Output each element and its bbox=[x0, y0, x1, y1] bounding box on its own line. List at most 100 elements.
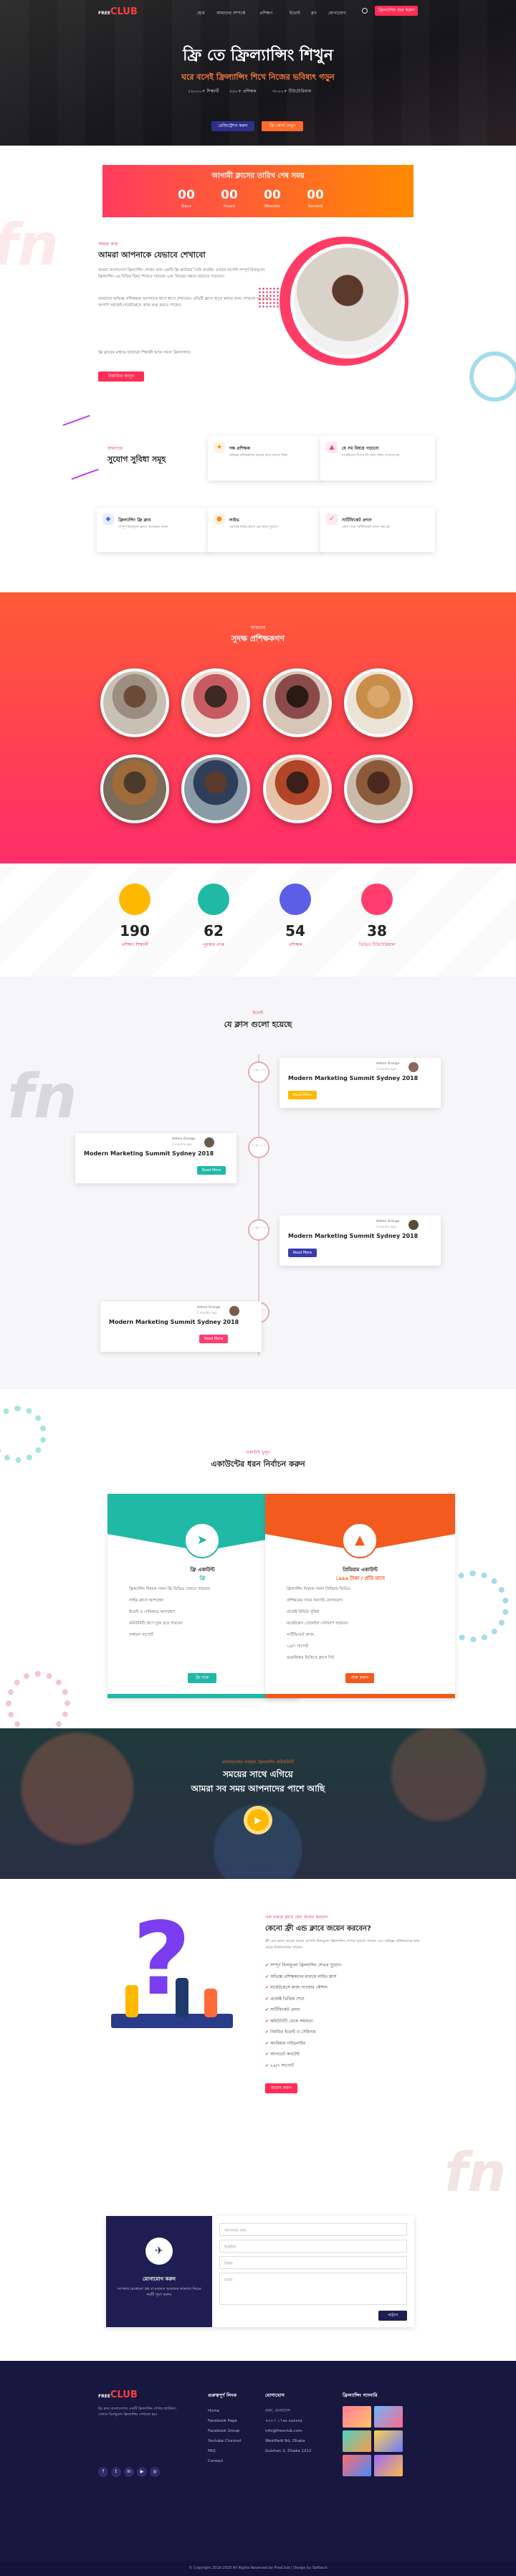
footer-link[interactable]: Youtube Channel bbox=[208, 2436, 241, 2446]
facebook-icon[interactable]: f bbox=[98, 2467, 108, 2477]
feature-title: সার্টিফিকেট প্রদান bbox=[342, 518, 372, 523]
email-input[interactable]: ইমেইল bbox=[219, 2240, 407, 2253]
footer-logo[interactable]: FREECLUB bbox=[98, 2390, 138, 2400]
pricing-footer-bar bbox=[265, 1694, 455, 1698]
register-button[interactable]: রেজিস্ট্রেশন করুন bbox=[211, 121, 254, 131]
contact-title: যোগাযোগ করুন bbox=[143, 2276, 176, 2282]
about-paragraph-1: আমরা বাংলাদেশে ফ্রিল্যান্সিং শেখার জন্য … bbox=[98, 268, 265, 279]
hero-meta-tutorials: ৩০০০+ টিউটোরিয়াল bbox=[272, 89, 312, 94]
gallery-image[interactable] bbox=[374, 2406, 403, 2428]
trainer-photo[interactable] bbox=[344, 754, 413, 823]
footer-contact: ঢাকা, বাংলাদেশ +৮৮০ ১৭xx xxxxxx info@fre… bbox=[265, 2406, 312, 2456]
join-button[interactable]: জয়েন করুন bbox=[265, 2083, 297, 2093]
footer-link[interactable]: Facebook Page bbox=[208, 2416, 241, 2426]
pricing-card-premium: ▲ প্রিমিয়াম একাউন্ট ১৯৯৯ টাকা / প্রতি ম… bbox=[265, 1494, 455, 1698]
faq-item-text: সার্টিফিকেট প্রদান bbox=[269, 2007, 300, 2012]
free-course-button[interactable]: ফ্রি কোর্স দেখুন bbox=[262, 121, 303, 131]
feature-card: ◆ ফ্রিল্যান্সিং ফ্রি ক্লাব সম্পূর্ণ বিনা… bbox=[97, 508, 211, 552]
countdown-box: আগামী ক্লাসের তারিখ শেষ সময় 00 00 00 00… bbox=[102, 165, 414, 217]
trainer-photo[interactable] bbox=[100, 754, 169, 823]
footer-contact-line: ঢাকা, বাংলাদেশ bbox=[265, 2409, 290, 2413]
post-time: 2 months ago bbox=[376, 1067, 396, 1071]
search-icon[interactable] bbox=[362, 8, 368, 14]
read-more-button[interactable]: Read More bbox=[288, 1091, 317, 1099]
nav-contact[interactable]: যোগাযোগ bbox=[328, 9, 346, 17]
faq-item: ✔ ২৪/৭ সাপোর্ট bbox=[265, 2060, 430, 2072]
message-textarea[interactable]: বার্তা bbox=[219, 2273, 407, 2305]
read-more-button[interactable]: Read More bbox=[199, 1335, 228, 1343]
read-more-button[interactable]: Read More bbox=[197, 1166, 226, 1175]
plan-price: ১৯৯৯ টাকা / প্রতি মাসে bbox=[335, 1576, 386, 1581]
gallery-image[interactable] bbox=[343, 2430, 371, 2452]
nav-home[interactable]: হোম bbox=[197, 9, 205, 17]
timeline-card-title[interactable]: Modern Marketing Summit Sydney 2018 bbox=[109, 1319, 239, 1325]
nav-about[interactable]: আমাদের সম্পর্কে bbox=[216, 9, 245, 17]
faq-item: ✔ অভিজ্ঞ প্রশিক্ষকদের মাধ্যমে লাইভ ক্লাস bbox=[265, 1971, 430, 1983]
faq-item-text: অভিজ্ঞ প্রশিক্ষকদের মাধ্যমে লাইভ ক্লাস bbox=[269, 1974, 337, 1979]
trainer-photo[interactable] bbox=[181, 668, 250, 737]
club-icon: ◆ bbox=[102, 513, 114, 525]
submit-button[interactable]: পাঠান bbox=[378, 2311, 407, 2321]
label-days: Days bbox=[181, 204, 191, 209]
illustration-person bbox=[176, 1978, 188, 2017]
plan-button[interactable]: ফ্রি শুরু bbox=[188, 1673, 216, 1683]
footer-contact-line: info@freeclub.com bbox=[265, 2429, 302, 2433]
linkedin-icon[interactable]: in bbox=[124, 2467, 134, 2477]
trainer-photo[interactable] bbox=[263, 754, 332, 823]
logo[interactable]: FREECLUB bbox=[98, 6, 138, 17]
footer-link[interactable]: FAQ bbox=[208, 2446, 241, 2456]
footer-link[interactable]: Home bbox=[208, 2406, 241, 2416]
illustration-person bbox=[125, 1985, 138, 2017]
instagram-icon[interactable]: ◎ bbox=[150, 2467, 160, 2477]
countdown-seconds: 00 bbox=[307, 188, 324, 202]
play-video-icon[interactable]: ▶ bbox=[244, 1806, 272, 1834]
footer-gallery-title: ফ্রিল্যান্সিং গ্যালারি bbox=[343, 2392, 378, 2398]
check-icon: ✔ bbox=[265, 2040, 270, 2046]
footer bbox=[0, 2361, 516, 2576]
plan-feature: প্রশিক্ষকের সাথে সরাসরি যোগাযোগ bbox=[287, 1599, 343, 1603]
author-name: Admin Orange bbox=[172, 1137, 196, 1141]
trainer-photo[interactable] bbox=[344, 668, 413, 737]
subject-input[interactable]: বিষয় bbox=[219, 2256, 407, 2269]
bookmark-icon bbox=[198, 884, 229, 915]
plan-button[interactable]: শুরু করুন bbox=[345, 1673, 374, 1683]
timeline-card: Admin Orange 2 months ago Modern Marketi… bbox=[75, 1133, 236, 1183]
gallery-image[interactable] bbox=[374, 2455, 403, 2476]
timeline-card-title[interactable]: Modern Marketing Summit Sydney 2018 bbox=[84, 1150, 214, 1157]
trainer-photo[interactable] bbox=[181, 754, 250, 823]
trainer-photo[interactable] bbox=[100, 668, 169, 737]
footer-contact-title: যোগাযোগ bbox=[265, 2392, 285, 2398]
footer-link[interactable]: Facebook Group bbox=[208, 2426, 241, 2436]
read-more-button[interactable]: Read More bbox=[288, 1249, 317, 1257]
nav-blog[interactable]: ব্লগ bbox=[311, 9, 317, 17]
plan-feature: প্রজেক্ট রিভিউ সুবিধা bbox=[287, 1610, 320, 1614]
about-more-button[interactable]: বিস্তারিত জানুন bbox=[98, 371, 144, 382]
faq-kicker: এক নজরে ক্লাবে কেন জয়েন করবেন bbox=[265, 1915, 328, 1920]
navbar: FREECLUB হোম আমাদের সম্পর্কে প্রশিক্ষণ ই… bbox=[0, 0, 516, 24]
gallery-image[interactable] bbox=[374, 2430, 403, 2452]
plan-feature: ফ্রিল্যান্সিং বিষয়ক সকল প্রিমিয়াম ভিডি… bbox=[287, 1587, 350, 1591]
feature-card: ✓ সার্টিফিকেট প্রদান কোর্স শেষে সার্টিফি… bbox=[320, 508, 435, 552]
name-input[interactable]: আপনার নাম bbox=[219, 2223, 407, 2236]
features-kicker: আমাদের bbox=[108, 446, 123, 451]
twitter-icon[interactable]: t bbox=[111, 2467, 121, 2477]
trainer-photo[interactable] bbox=[263, 668, 332, 737]
gallery-image[interactable] bbox=[343, 2455, 371, 2476]
countdown-hours: 00 bbox=[221, 188, 238, 202]
ring-decoration bbox=[469, 351, 516, 402]
youtube-icon[interactable]: ▶ bbox=[137, 2467, 147, 2477]
footer-contact-line: Westfield Rd, Dhaka bbox=[265, 2439, 305, 2443]
footer-link[interactable]: Contact bbox=[208, 2456, 241, 2466]
header-cta-button[interactable]: ফ্রিল্যান্সিং শুরু করুন bbox=[375, 6, 418, 16]
gallery-image[interactable] bbox=[343, 2406, 371, 2428]
nav-training[interactable]: প্রশিক্ষণ bbox=[259, 9, 272, 17]
contact-text: আপনার যেকোনো প্রশ্ন বা মতামত আমাদের জানা… bbox=[117, 2287, 201, 2297]
timeline-card-title[interactable]: Modern Marketing Summit Sydney 2018 bbox=[288, 1233, 418, 1239]
faq-item: ✔ সার্টিফিকেট প্রদান bbox=[265, 2004, 430, 2016]
nav-event[interactable]: ইভেন্ট bbox=[290, 9, 300, 17]
live-icon: ● bbox=[214, 513, 225, 525]
footer-links-title: গুরুত্বপূর্ণ লিংক bbox=[208, 2392, 237, 2398]
bg-watermark-fn-2: fn bbox=[7, 1061, 77, 1132]
timeline-card-title[interactable]: Modern Marketing Summit Sydney 2018 bbox=[288, 1075, 418, 1081]
faq-item-text: কমিউনিটি থেকে সহায়তা bbox=[269, 2018, 313, 2024]
